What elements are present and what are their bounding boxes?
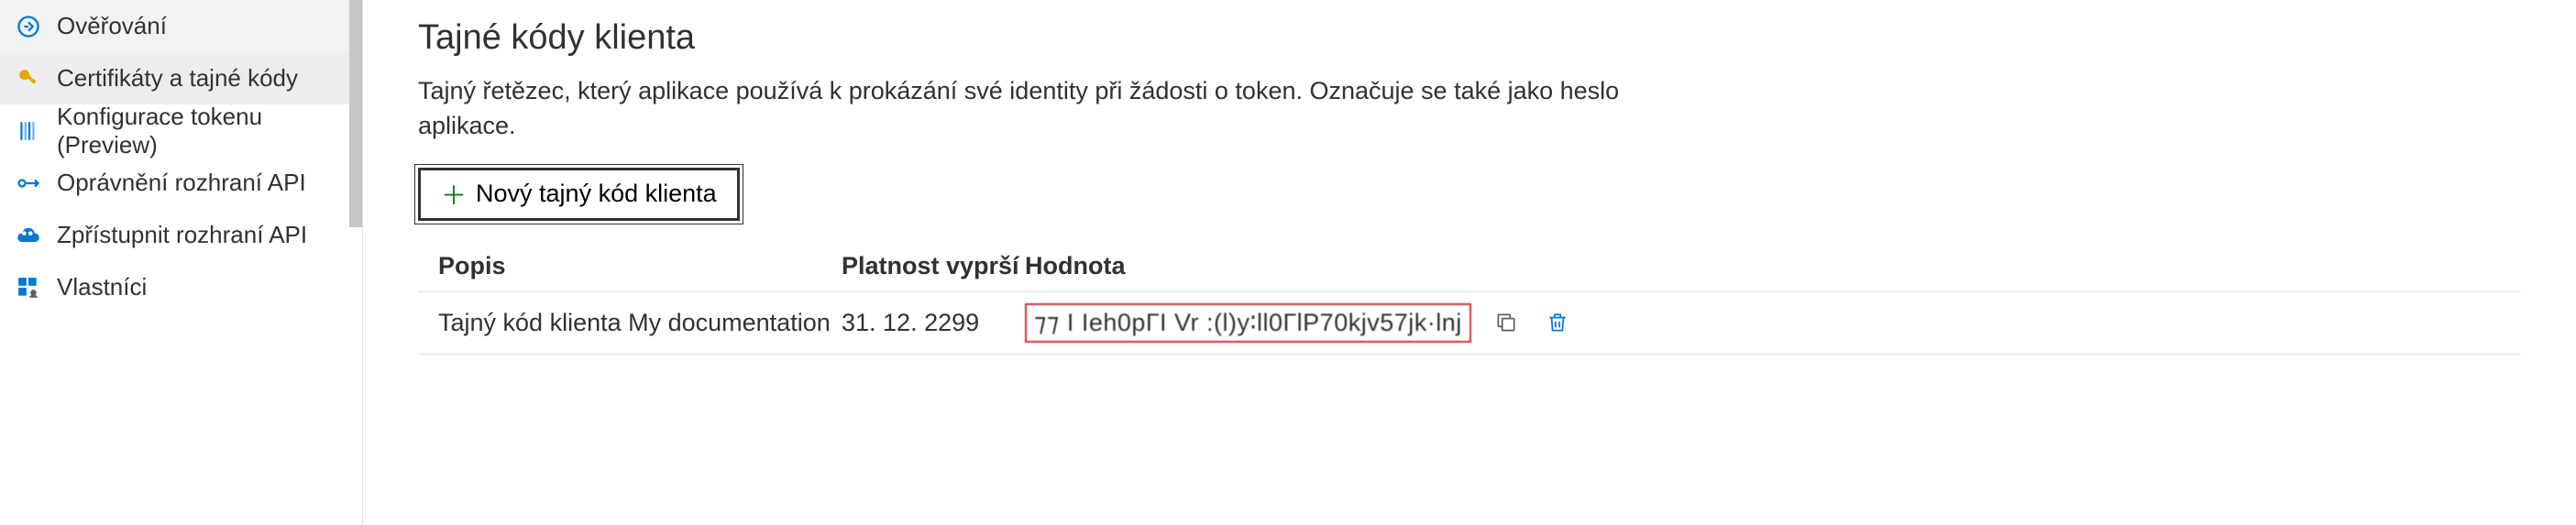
page-title: Tajné kódy klienta (418, 18, 2521, 58)
sidebar-item-auth[interactable]: Ověřování (0, 0, 362, 52)
add-button-label: Nový tajný kód klienta (476, 180, 717, 208)
auth-icon (15, 13, 42, 40)
owners-icon (15, 274, 42, 301)
sidebar-item-api-perm[interactable]: Oprávnění rozhraní API (0, 157, 362, 209)
secrets-table: Popis Platnost vyprší Hodnota Tajný kód … (418, 241, 2521, 355)
sidebar-item-label: Konfigurace tokenu (Preview) (57, 103, 347, 159)
plus-icon: ＋ (441, 176, 467, 213)
expose-api-icon (15, 222, 42, 249)
sidebar-item-certs[interactable]: Certifikáty a tajné kódy (0, 52, 362, 104)
delete-button[interactable] (1543, 308, 1572, 337)
table-header: Popis Platnost vyprší Hodnota (418, 241, 2521, 292)
table-row: Tajný kód klienta My documentation 31. 1… (418, 292, 2521, 355)
sidebar-item-label: Oprávnění rozhraní API (57, 169, 306, 197)
sidebar-item-label: Certifikáty a tajné kódy (57, 64, 298, 93)
scrollbar[interactable] (349, 0, 362, 227)
col-header-value: Hodnota (1025, 252, 1364, 280)
secret-expires: 31. 12. 2299 (842, 309, 1025, 337)
new-client-secret-button[interactable]: ＋ Nový tajný kód klienta (418, 168, 740, 221)
sidebar-item-expose-api[interactable]: Zpřístupnit rozhraní API (0, 209, 362, 261)
sidebar-item-label: Ověřování (57, 12, 167, 40)
sidebar: Ověřování Certifikáty a tajné kódy Konfi… (0, 0, 363, 525)
page-description: Tajný řetězec, který aplikace používá k … (418, 74, 1701, 144)
sidebar-item-owners[interactable]: Vlastníci (0, 261, 362, 313)
secret-description: Tajný kód klienta My documentation (438, 309, 842, 337)
col-header-expires: Platnost vyprší (842, 252, 1025, 280)
key-icon (15, 65, 42, 93)
sidebar-item-label: Vlastníci (57, 273, 147, 301)
main-content: Tajné kódy klienta Tajný řetězec, který … (363, 0, 2576, 525)
token-icon (15, 117, 42, 145)
secret-value: ⁊⁊ I Ieh0pГI Vr :(l)y∶ll0ГlP70kjv57jk·ln… (1025, 303, 1471, 343)
sidebar-item-label: Zpřístupnit rozhraní API (57, 221, 307, 249)
copy-button[interactable] (1492, 308, 1521, 337)
col-header-description: Popis (438, 252, 842, 280)
sidebar-item-token[interactable]: Konfigurace tokenu (Preview) (0, 104, 362, 157)
api-perm-icon (15, 170, 42, 197)
